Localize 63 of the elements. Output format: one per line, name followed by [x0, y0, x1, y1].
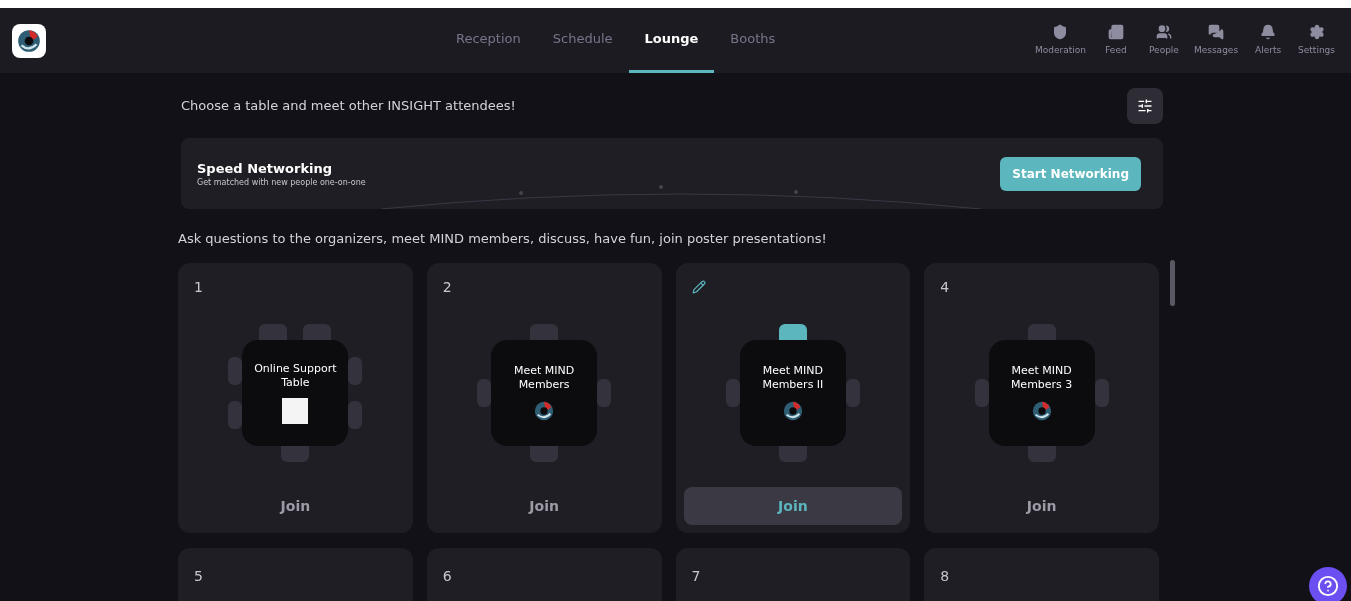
nav-button[interactable]: Moderation	[1030, 23, 1090, 58]
join-button[interactable]: Join	[434, 486, 654, 525]
nav-button[interactable]: Alerts	[1246, 23, 1291, 58]
table-top[interactable]: Meet MIND Members	[491, 339, 598, 446]
empty-seat[interactable]	[348, 400, 363, 429]
filter-button[interactable]	[1127, 88, 1163, 124]
empty-seat[interactable]	[597, 378, 612, 407]
messages-icon	[1208, 23, 1224, 40]
speed-networking-subtitle: Get matched with new people one-on-one	[197, 178, 367, 189]
table-number: 6	[442, 567, 452, 584]
empty-seat[interactable]	[1027, 323, 1056, 340]
empty-seat[interactable]	[530, 323, 559, 340]
nav-button[interactable]: Feed	[1093, 23, 1138, 58]
table-name: Meet MIND Members II	[761, 363, 825, 392]
logo-icon	[781, 399, 804, 422]
join-button[interactable]: Join	[186, 486, 405, 525]
nav-button[interactable]: People	[1141, 23, 1186, 58]
bell-icon	[1260, 23, 1277, 40]
table-top[interactable]: Meet MIND Members 3	[988, 339, 1095, 446]
join-button[interactable]: Join	[683, 486, 903, 525]
occupied-seat[interactable]	[778, 323, 807, 340]
nav-tab[interactable]: Reception	[440, 8, 537, 73]
people-icon	[1155, 23, 1172, 40]
logo-icon	[16, 27, 42, 54]
join-button[interactable]: Join	[932, 486, 1151, 525]
table-number: 8	[940, 567, 950, 584]
empty-seat[interactable]	[477, 378, 492, 407]
empty-seat[interactable]	[228, 400, 243, 429]
nav-tab[interactable]: Booths	[714, 8, 792, 73]
nav-tab[interactable]: Schedule	[536, 8, 629, 73]
table-number: 7	[691, 567, 701, 584]
empty-seat[interactable]	[725, 378, 740, 407]
table-number: 1	[194, 277, 203, 297]
table-number: 2	[442, 277, 452, 297]
table-top[interactable]: Online Support Table	[242, 339, 349, 446]
nav-button[interactable]: Messages	[1189, 23, 1243, 58]
empty-seat[interactable]	[259, 323, 288, 340]
table-top[interactable]: Meet MIND Members II	[739, 339, 846, 446]
table-number: 4	[940, 277, 950, 297]
shield-icon	[1052, 23, 1069, 40]
logo-icon	[533, 399, 556, 422]
empty-seat[interactable]	[348, 356, 363, 385]
table-name: Online Support Table	[253, 361, 338, 390]
table-number: 5	[194, 567, 203, 584]
edit-icon[interactable]	[691, 279, 706, 294]
photo-placeholder	[282, 397, 309, 424]
scrollbar-thumb[interactable]	[1170, 260, 1175, 306]
help-button[interactable]	[1309, 567, 1347, 601]
help-icon	[1317, 575, 1339, 597]
empty-seat[interactable]	[974, 378, 989, 407]
empty-seat[interactable]	[228, 356, 243, 385]
gear-icon	[1308, 23, 1325, 40]
logo-icon	[1030, 399, 1053, 422]
tables-intro-text: Ask questions to the organizers, meet MIND members, discuss, have fun, join poster presentations!	[178, 230, 828, 248]
table-name: Meet MIND Members	[513, 363, 576, 392]
speed-networking-title: Speed Networking	[197, 159, 334, 178]
sliders-icon	[1137, 98, 1153, 114]
empty-seat[interactable]	[303, 323, 332, 340]
app-logo[interactable]	[12, 23, 46, 58]
nav-button[interactable]: Settings	[1294, 23, 1339, 58]
table-name: Meet MIND Members 3	[1009, 363, 1074, 392]
feed-icon	[1107, 23, 1124, 40]
intro-text: Choose a table and meet other INSIGHT attendees!	[181, 97, 516, 116]
